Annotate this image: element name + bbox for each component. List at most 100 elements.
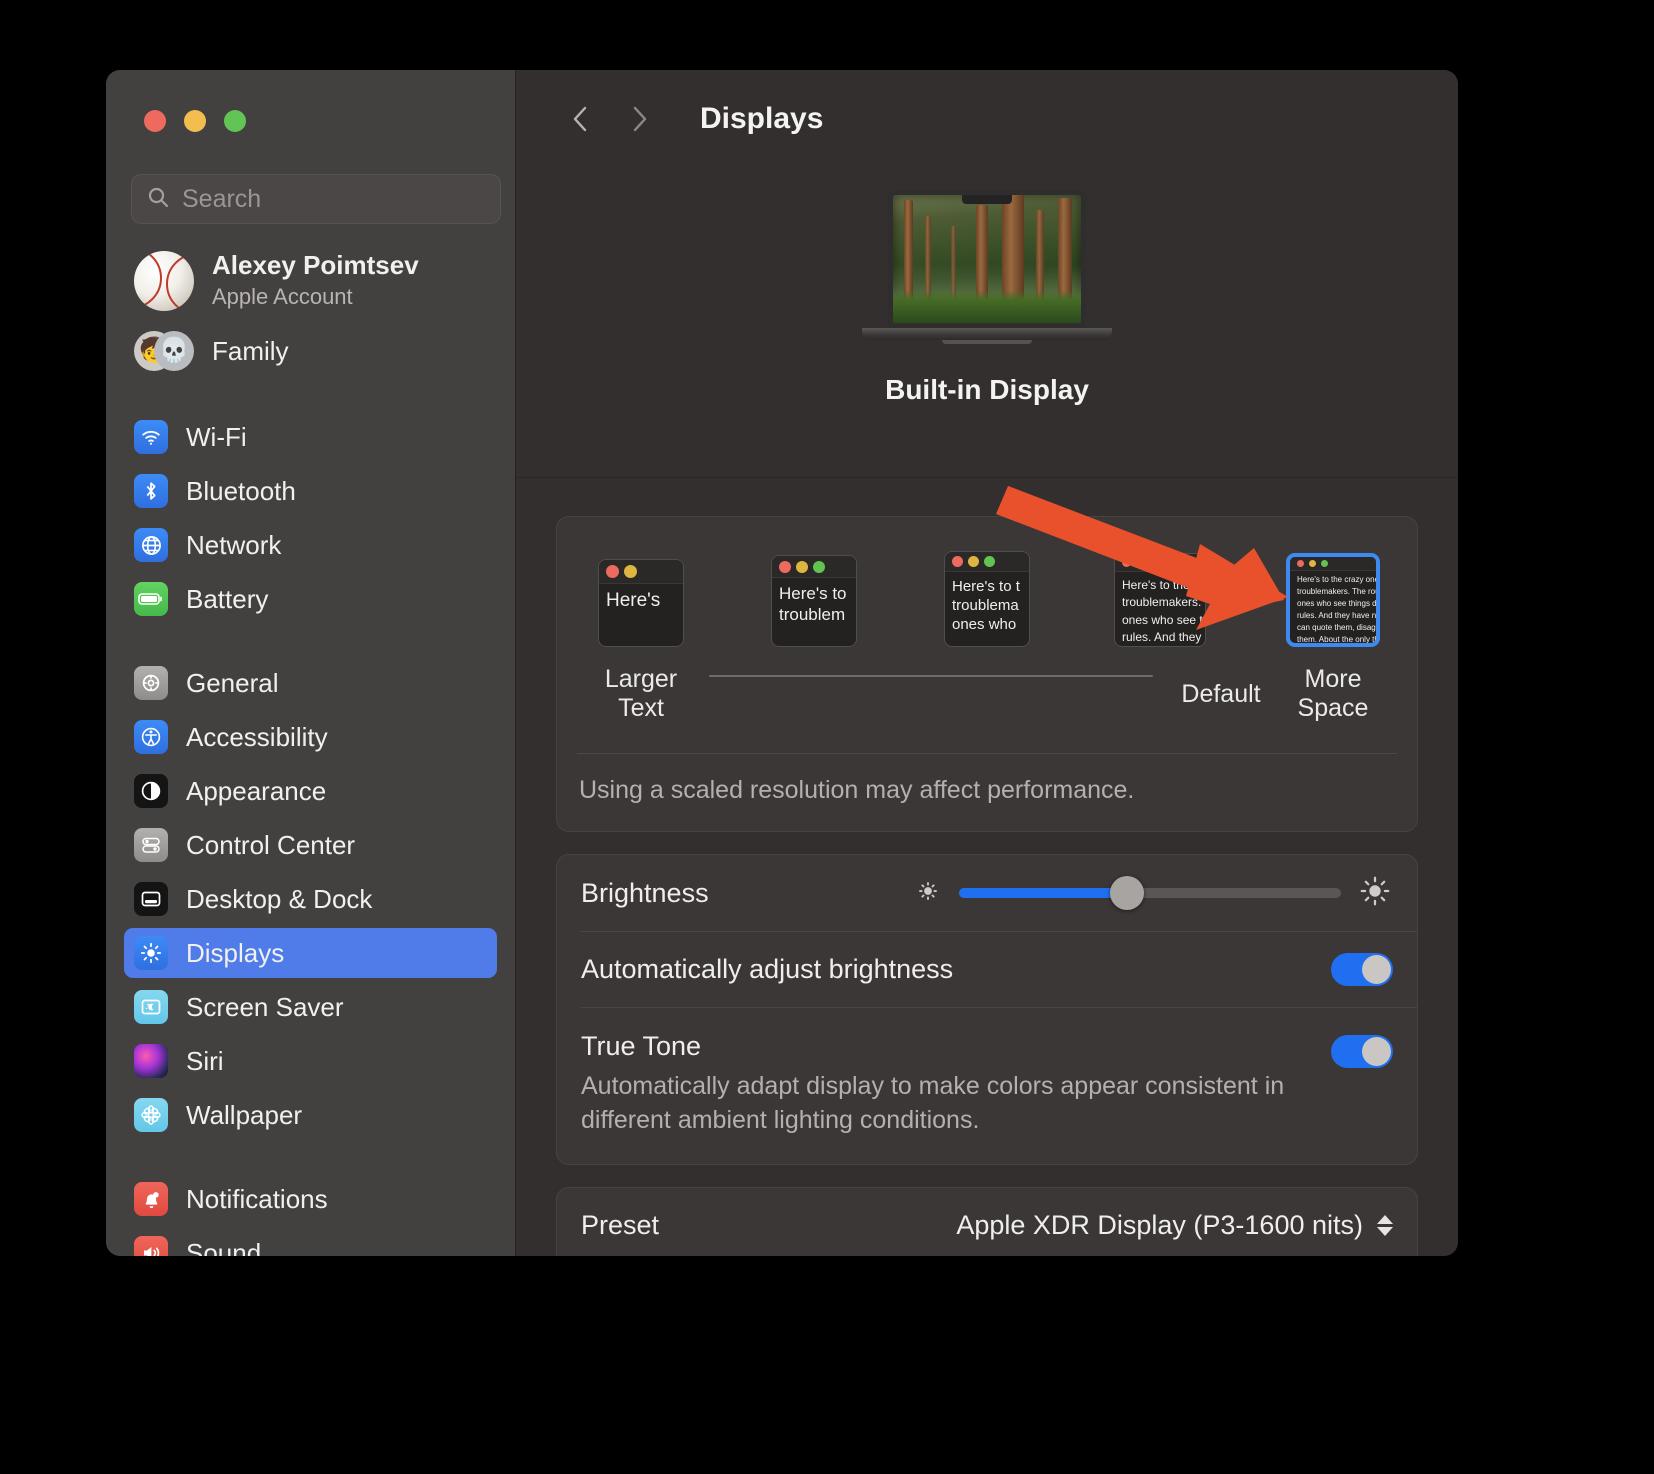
display-settings-card: Brightness: [556, 854, 1418, 1165]
scaling-label-default: Default: [1165, 680, 1277, 709]
sidebar-item-desktop-dock[interactable]: Desktop & Dock: [124, 874, 497, 924]
battery-icon: [134, 582, 168, 616]
chevron-down-icon[interactable]: [1377, 1227, 1393, 1236]
page-title: Displays: [700, 102, 823, 136]
scaling-preview-text: Here's to troublem: [772, 578, 857, 626]
control-center-icon: [134, 828, 168, 862]
family-row[interactable]: 🧒 💀 Family: [124, 320, 497, 382]
search-input[interactable]: [182, 185, 486, 214]
chevron-up-icon[interactable]: [1377, 1215, 1393, 1224]
desktop-dock-icon: [134, 882, 168, 916]
scaling-preview[interactable]: Here's: [598, 559, 684, 647]
sidebar-scroll-area[interactable]: Alexey Poimtsev Apple Account 🧒 💀 Family: [106, 242, 515, 1256]
true-tone-toggle[interactable]: [1331, 1035, 1393, 1068]
siri-icon: [134, 1044, 168, 1078]
sidebar: Alexey Poimtsev Apple Account 🧒 💀 Family: [106, 70, 515, 1256]
sidebar-item-accessibility[interactable]: Accessibility: [124, 712, 497, 762]
scaling-option-3[interactable]: Here's to t troublema ones who: [931, 551, 1043, 647]
memoji-skull-icon: 💀: [154, 331, 194, 371]
baseball-avatar: [134, 251, 194, 311]
apple-account-row[interactable]: Alexey Poimtsev Apple Account: [124, 242, 497, 320]
scaling-option-larger-text[interactable]: Here's: [585, 559, 697, 647]
sidebar-item-label: Sound: [186, 1238, 261, 1257]
appearance-icon: [134, 774, 168, 808]
auto-brightness-toggle[interactable]: [1331, 953, 1393, 986]
sidebar-item-battery[interactable]: Battery: [124, 574, 497, 624]
brightness-low-icon: [913, 876, 943, 911]
display-preview-wallpaper: [888, 190, 1086, 328]
sidebar-item-network[interactable]: Network: [124, 520, 497, 570]
sidebar-item-label: Displays: [186, 938, 284, 969]
brightness-label: Brightness: [581, 878, 709, 909]
macbook-illustration: [862, 190, 1112, 344]
sidebar-item-label: Battery: [186, 584, 268, 615]
sidebar-item-siri[interactable]: Siri: [124, 1036, 497, 1086]
scaling-track[interactable]: [709, 675, 1153, 677]
minimize-button[interactable]: [184, 110, 206, 132]
sidebar-item-label: Control Center: [186, 830, 355, 861]
scaling-preview-text: Here's: [599, 584, 683, 612]
scaling-preview[interactable]: Here's to t troublema ones who: [944, 551, 1030, 647]
sidebar-item-label: Wallpaper: [186, 1100, 302, 1131]
main-panel: Displays Built-in Displ: [515, 70, 1458, 1256]
sidebar-item-bluetooth[interactable]: Bluetooth: [124, 466, 497, 516]
scaling-preview-text: Here's to the cr troublemakers. ones who…: [1115, 572, 1206, 647]
sidebar-item-label: Notifications: [186, 1184, 328, 1215]
display-hero: Built-in Display: [516, 168, 1458, 478]
sidebar-item-label: Accessibility: [186, 722, 328, 753]
gear-icon: [134, 666, 168, 700]
sidebar-item-screen-saver[interactable]: Screen Saver: [124, 982, 497, 1032]
sidebar-item-label: Network: [186, 530, 281, 561]
brightness-icon: [134, 936, 168, 970]
scaling-preview[interactable]: Here's to the crazy one troublemakers. T…: [1286, 553, 1380, 647]
preset-value: Apple XDR Display (P3-1600 nits): [956, 1210, 1363, 1241]
account-name: Alexey Poimtsev: [212, 251, 419, 281]
scaling-option-default[interactable]: Here's to the cr troublemakers. ones who…: [1104, 553, 1216, 647]
globe-icon: [134, 528, 168, 562]
settings-content: Here's Here's to troublem: [516, 478, 1458, 1256]
window-controls: [144, 110, 246, 132]
sidebar-group-connectivity: Wi-Fi Bluetooth Ne: [124, 412, 497, 624]
search-icon: [146, 185, 170, 214]
sidebar-item-label: Screen Saver: [186, 992, 344, 1023]
display-name-label: Built-in Display: [885, 374, 1089, 406]
scaling-preview[interactable]: Here's to the cr troublemakers. ones who…: [1114, 553, 1206, 647]
search-field[interactable]: [131, 174, 501, 224]
brightness-slider[interactable]: [913, 873, 1393, 914]
preset-card: Preset Apple XDR Display (P3-1600 nits): [556, 1187, 1418, 1257]
sidebar-item-general[interactable]: General: [124, 658, 497, 708]
auto-brightness-label: Automatically adjust brightness: [581, 954, 953, 985]
toolbar: Displays: [516, 70, 1458, 168]
sidebar-item-notifications[interactable]: Notifications: [124, 1174, 497, 1224]
back-button[interactable]: [554, 92, 608, 146]
sidebar-item-appearance[interactable]: Appearance: [124, 766, 497, 816]
scaling-option-2[interactable]: Here's to troublem: [758, 555, 870, 647]
sidebar-group-alerts: Notifications Sound: [124, 1174, 497, 1256]
sidebar-item-label: Desktop & Dock: [186, 884, 372, 915]
sidebar-item-displays[interactable]: Displays: [124, 928, 497, 978]
scaling-label-larger-text: Larger Text: [585, 665, 697, 723]
sidebar-item-label: Siri: [186, 1046, 224, 1077]
preset-stepper[interactable]: [1377, 1215, 1393, 1236]
sidebar-item-sound[interactable]: Sound: [124, 1228, 497, 1256]
brightness-knob[interactable]: [1110, 876, 1144, 910]
sidebar-group-system: General Accessibility: [124, 658, 497, 1140]
sidebar-item-control-center[interactable]: Control Center: [124, 820, 497, 870]
brightness-track[interactable]: [959, 888, 1341, 898]
resolution-scaling-card: Here's Here's to troublem: [556, 516, 1418, 832]
wifi-icon: [134, 420, 168, 454]
scaling-preview[interactable]: Here's to troublem: [771, 555, 857, 647]
bell-icon: [134, 1182, 168, 1216]
preset-row[interactable]: Preset Apple XDR Display (P3-1600 nits): [557, 1188, 1417, 1257]
avatar: 🧒 💀: [134, 330, 194, 372]
forward-button[interactable]: [612, 92, 666, 146]
sidebar-item-label: Bluetooth: [186, 476, 296, 507]
scaling-preview-text: Here's to the crazy one troublemakers. T…: [1290, 571, 1380, 647]
close-button[interactable]: [144, 110, 166, 132]
sidebar-item-wallpaper[interactable]: Wallpaper: [124, 1090, 497, 1140]
account-subtitle: Apple Account: [212, 283, 419, 312]
wallpaper-icon: [134, 1098, 168, 1132]
sidebar-item-wi-fi[interactable]: Wi-Fi: [124, 412, 497, 462]
zoom-button[interactable]: [224, 110, 246, 132]
scaling-option-more-space[interactable]: Here's to the crazy one troublemakers. T…: [1277, 553, 1389, 647]
